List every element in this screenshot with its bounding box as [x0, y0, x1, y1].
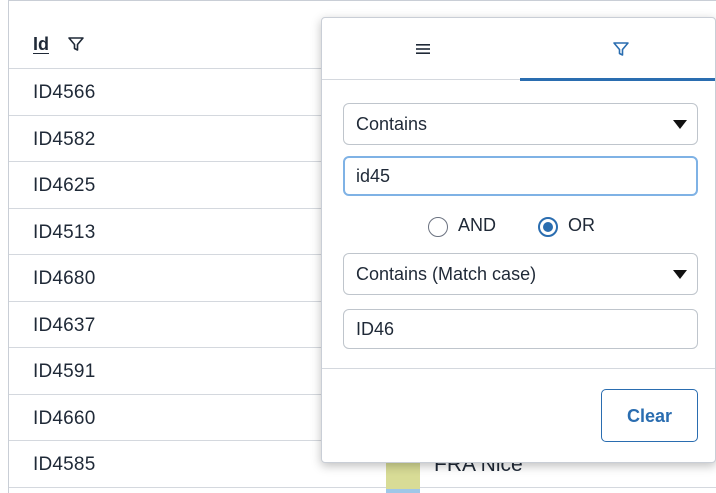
- id-cell[interactable]: ID4660: [33, 408, 95, 430]
- id-cell[interactable]: ID4566: [33, 82, 95, 104]
- id-cell[interactable]: ID4513: [33, 222, 95, 244]
- hamburger-menu-icon[interactable]: [414, 40, 432, 58]
- and-radio[interactable]: [428, 217, 448, 237]
- filter-popup-tabs: [322, 18, 715, 81]
- chevron-down-icon[interactable]: [673, 120, 687, 129]
- condition2-operator-select[interactable]: Contains (Match case): [343, 253, 698, 295]
- tab-filter[interactable]: [520, 18, 715, 81]
- id-cell[interactable]: ID4582: [33, 129, 95, 151]
- column-filter-popup: Contains id45 AND OR Contains (Match cas…: [321, 17, 716, 463]
- condition1-operator-select[interactable]: Contains: [343, 103, 698, 145]
- column-header-label[interactable]: Id: [33, 34, 49, 55]
- condition2-value-input[interactable]: ID46: [343, 309, 698, 349]
- join-operator-radio-group: AND OR: [322, 213, 715, 243]
- and-radio-label[interactable]: AND: [458, 215, 496, 236]
- clear-button[interactable]: Clear: [601, 389, 698, 442]
- or-radio[interactable]: [538, 217, 558, 237]
- tab-column-menu[interactable]: [322, 18, 520, 80]
- id-cell[interactable]: ID4591: [33, 361, 95, 383]
- condition1-value-text: id45: [356, 166, 391, 186]
- chevron-down-icon[interactable]: [673, 270, 687, 279]
- id-cell[interactable]: ID4637: [33, 315, 95, 337]
- condition1-operator-value: Contains: [356, 114, 428, 134]
- condition1-value-input[interactable]: id45: [343, 156, 698, 196]
- filter-icon[interactable]: [612, 40, 630, 58]
- color-swatch: [386, 489, 420, 493]
- condition2-value-text: ID46: [356, 319, 395, 339]
- id-cell[interactable]: ID4625: [33, 175, 95, 197]
- condition2-operator-value: Contains (Match case): [356, 264, 537, 284]
- divider: [322, 368, 715, 369]
- id-cell[interactable]: ID4585: [33, 454, 95, 476]
- or-radio-label[interactable]: OR: [568, 215, 595, 236]
- filter-icon[interactable]: [67, 35, 85, 53]
- id-cell[interactable]: ID4680: [33, 268, 95, 290]
